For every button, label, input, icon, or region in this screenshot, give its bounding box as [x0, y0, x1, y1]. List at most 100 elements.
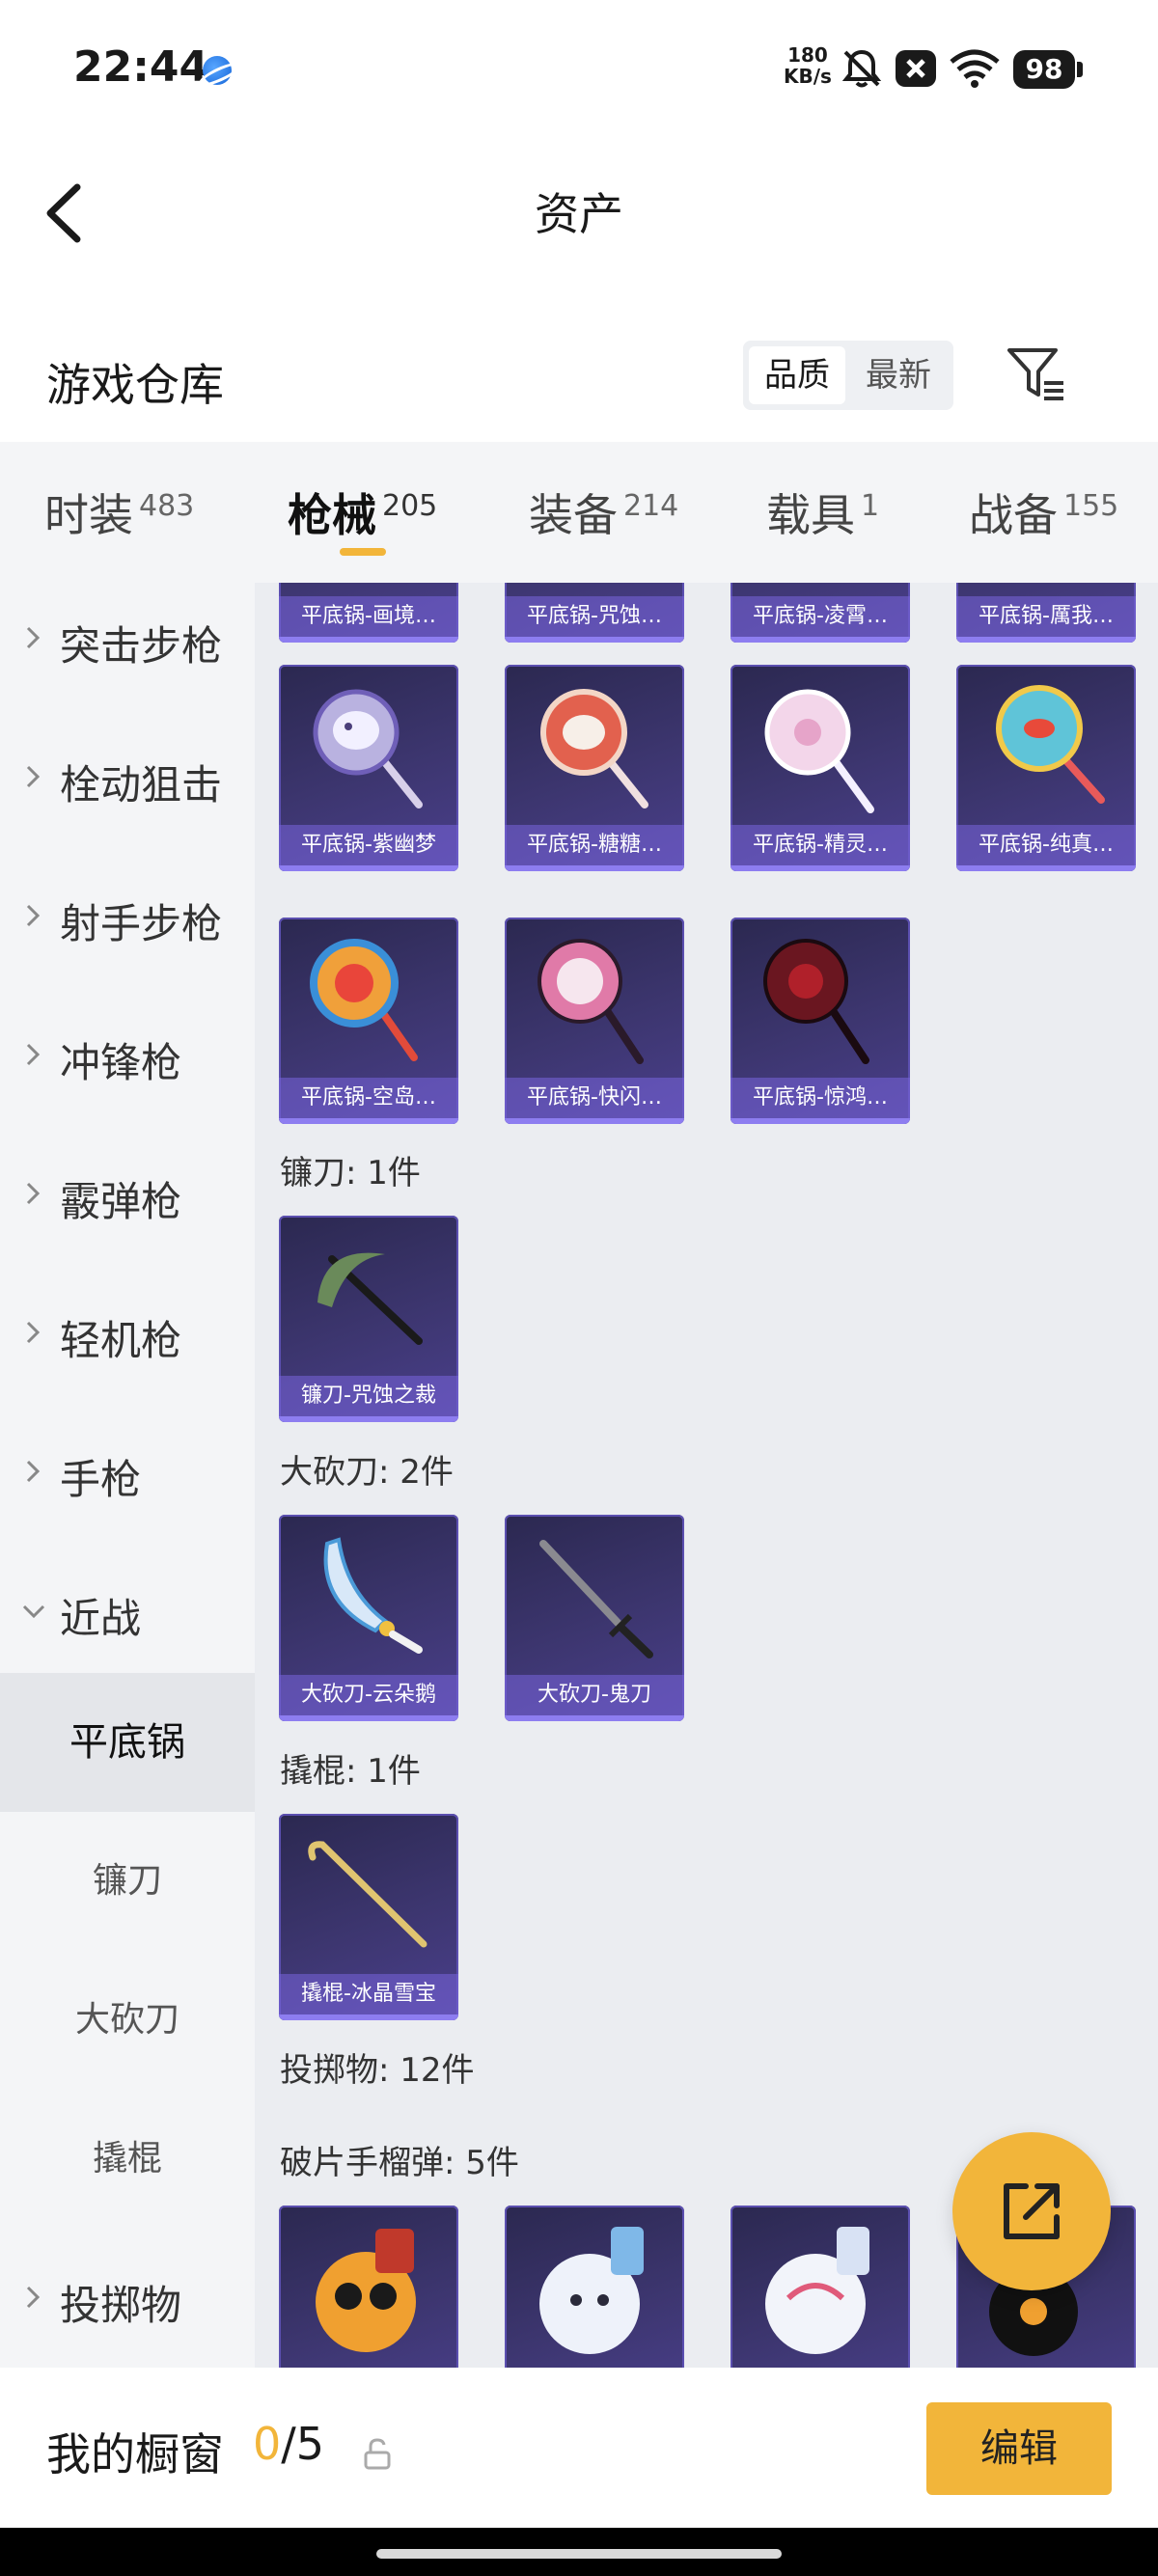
page-title: 资产 [535, 188, 623, 240]
chevron-right-icon [26, 1182, 41, 1205]
sidebar-item-assault-rifle[interactable]: 突击步枪 [0, 583, 255, 708]
machete-image [539, 1540, 653, 1658]
sidebar-item-melee[interactable]: 近战 [0, 1542, 255, 1681]
net-speed: 180 KB/s [784, 44, 832, 87]
frying-pan-image [996, 685, 1105, 804]
group-title-frag-grenade: 破片手榴弹: 5件 [280, 2144, 519, 2182]
filter-icon[interactable] [1004, 341, 1071, 408]
showcase-count-total: /5 [281, 2418, 325, 2470]
tab-count: 155 [1063, 489, 1119, 523]
sidebar-item-smg[interactable]: 冲锋枪 [0, 986, 255, 1125]
chevron-right-icon [26, 765, 41, 788]
machete-image [323, 1537, 423, 1654]
frying-pan-image [764, 689, 874, 813]
sidebar-subitem-frying-pan[interactable]: 平底锅 [0, 1673, 255, 1812]
item-card[interactable]: 大砍刀-鬼刀 [505, 1515, 684, 1721]
home-indicator[interactable] [376, 2549, 782, 2559]
sidebar-subitem-sickle[interactable]: 镰刀 [0, 1812, 255, 1951]
chevron-right-icon [26, 1460, 41, 1483]
frying-pan-image [538, 939, 644, 1064]
item-card[interactable]: 平底锅-紫幽梦 [279, 665, 458, 871]
item-name: 撬棍-冰晶雪宝 [279, 1974, 458, 2014]
tab-equipment[interactable]: 装备 214 [529, 480, 678, 544]
frying-pan-image [763, 939, 869, 1064]
tab-label: 战备 [969, 489, 1058, 541]
item-card[interactable]: 镰刀-咒蚀之裁 [279, 1216, 458, 1422]
showcase-label: 我的橱窗 [46, 2428, 224, 2480]
item-card[interactable]: 撬棍-冰晶雪宝 [279, 1814, 458, 2020]
tab-vehicles[interactable]: 载具 1 [766, 480, 879, 544]
net-speed-value: 180 [787, 43, 828, 67]
item-card[interactable]: 平底锅-厲我… [956, 583, 1136, 643]
sidebar-item-label: 射手步枪 [60, 900, 223, 947]
item-card[interactable]: 平底锅-凌霄… [731, 583, 910, 643]
item-card[interactable]: 平底锅-咒蚀… [505, 583, 684, 643]
item-card[interactable]: 平底锅-糖糖… [505, 665, 684, 871]
tab-count: 214 [623, 489, 679, 523]
item-card[interactable]: 平底锅-快闪… [505, 918, 684, 1124]
grenade-image [539, 2227, 644, 2354]
crowbar-image [308, 1841, 427, 1948]
sidebar-item-label: 轻机枪 [60, 1317, 182, 1364]
sort-quality-button[interactable]: 品质 [749, 346, 845, 404]
item-card[interactable]: 大砍刀-云朵鹅 [279, 1515, 458, 1721]
sidebar-item-bolt-sniper[interactable]: 栓动狙击 [0, 708, 255, 847]
item-name: 平底锅-厲我… [956, 596, 1136, 637]
showcase-count: 0/5 [253, 2418, 324, 2470]
group-title-crowbar: 撬棍: 1件 [280, 1752, 421, 1791]
sidebar-item-label: 突击步枪 [60, 622, 223, 670]
sidebar-item-shotgun[interactable]: 霰弹枪 [0, 1125, 255, 1264]
item-card[interactable] [731, 2206, 910, 2368]
close-box-icon [896, 50, 936, 87]
grenade-image [765, 2227, 869, 2354]
item-name: 平底锅-紫幽梦 [279, 825, 458, 865]
chevron-right-icon [26, 1043, 41, 1066]
edit-button[interactable]: 编辑 [926, 2402, 1112, 2495]
share-external-icon [1004, 2183, 1060, 2239]
sidebar-item-marksman-rifle[interactable]: 射手步枪 [0, 847, 255, 986]
tab-fashion[interactable]: 时装 483 [44, 480, 194, 544]
group-title-machete: 大砍刀: 2件 [280, 1453, 454, 1492]
item-name: 平底锅-画境… [279, 596, 458, 637]
tab-label: 装备 [529, 489, 618, 541]
tab-label: 载具 [766, 489, 855, 541]
top-header: 资产 [0, 145, 1158, 275]
status-time: 22:44 [73, 42, 209, 92]
chevron-right-icon [26, 2286, 41, 2309]
group-title-sickle: 镰刀: 1件 [280, 1154, 421, 1192]
item-card[interactable]: 平底锅-精灵… [731, 665, 910, 871]
net-speed-unit: KB/s [784, 65, 832, 88]
sidebar: 突击步枪 栓动狙击 射手步枪 冲锋枪 霰弹枪 轻机枪 手枪 近战 平底锅 镰刀 … [0, 583, 255, 2368]
sidebar-item-label: 近战 [60, 1595, 142, 1642]
group-title-throwables: 投掷物: 12件 [280, 2051, 475, 2090]
showcase-bar: 我的橱窗 0/5 编辑 [0, 2368, 1158, 2528]
share-fab-button[interactable] [952, 2132, 1111, 2290]
category-tabs: 时装 483 枪械 205 装备 214 载具 1 战备 155 [0, 442, 1158, 583]
tab-label: 时装 [44, 489, 133, 541]
sidebar-item-label: 栓动狙击 [60, 761, 223, 808]
item-card[interactable]: 平底锅-空岛… [279, 918, 458, 1124]
chevron-right-icon [26, 626, 41, 649]
active-tab-indicator [340, 548, 386, 556]
tab-firearms[interactable]: 枪械 205 [288, 480, 437, 544]
unlock-icon [364, 2438, 391, 2470]
sidebar-item-pistol[interactable]: 手枪 [0, 1403, 255, 1542]
frying-pan-image [313, 689, 423, 808]
planet-app-icon [203, 56, 232, 85]
item-card[interactable]: 平底锅-画境… [279, 583, 458, 643]
item-card[interactable] [505, 2206, 684, 2368]
item-card[interactable]: 平底锅-纯真… [956, 665, 1136, 871]
item-name: 平底锅-糖糖… [505, 825, 684, 865]
sidebar-subitem-crowbar[interactable]: 撬棍 [0, 2090, 255, 2229]
item-card[interactable] [279, 2206, 458, 2368]
sidebar-subitem-machete[interactable]: 大砍刀 [0, 1951, 255, 2090]
tab-label: 枪械 [288, 489, 376, 541]
warehouse-header: 游戏仓库 品质 最新 [0, 314, 1158, 439]
sort-newest-button[interactable]: 最新 [849, 346, 948, 404]
tab-tactical[interactable]: 战备 155 [969, 480, 1118, 544]
sidebar-item-throwables[interactable]: 投掷物 [0, 2229, 255, 2368]
section-title: 游戏仓库 [46, 359, 224, 411]
item-name: 大砍刀-鬼刀 [505, 1675, 684, 1715]
item-card[interactable]: 平底锅-惊鸿… [731, 918, 910, 1124]
sidebar-item-lmg[interactable]: 轻机枪 [0, 1264, 255, 1403]
